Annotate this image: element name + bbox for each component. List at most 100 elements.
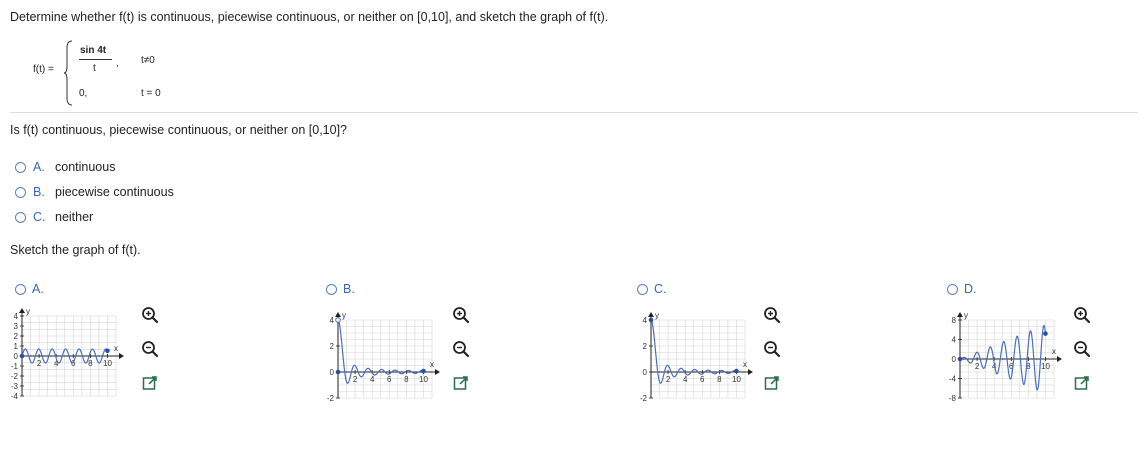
x-tick-label: 4 [683, 375, 688, 384]
graph-radio-a[interactable] [15, 284, 26, 295]
y-tick-label: 8 [952, 316, 957, 325]
y-tick-label: -4 [11, 392, 19, 401]
y-tick-label: 4 [643, 316, 648, 325]
end-point [1043, 331, 1048, 336]
y-tick-label: 2 [643, 342, 648, 351]
question1-text: Is f(t) continuous, piecewise continuous… [10, 123, 347, 137]
x-tick-label: 10 [419, 375, 428, 384]
x-tick-label: 4 [370, 375, 375, 384]
x-axis-label: x [114, 344, 118, 353]
problem-prompt: Determine whether f(t) is continuous, pi… [10, 10, 609, 24]
closed-point [335, 369, 341, 375]
case1-comma: , [116, 58, 119, 69]
y-axis-label: y [655, 311, 659, 320]
y-tick-label: -2 [327, 394, 335, 403]
graph-option-letter-d: D. [964, 282, 977, 296]
x-tick-label: 10 [732, 375, 741, 384]
y-axis-arrow-icon [648, 312, 654, 317]
graph-option-letter-a: A. [32, 282, 44, 296]
y-tick-label: -8 [949, 394, 957, 403]
divider [10, 112, 1138, 113]
graph-radio-b[interactable] [326, 284, 337, 295]
end-point [734, 368, 739, 374]
y-tick-label: 4 [952, 336, 957, 345]
x-axis-arrow-icon [748, 369, 753, 375]
y-tick-label: 4 [330, 316, 335, 325]
y-tick-label: -4 [949, 375, 957, 384]
x-tick-label: 2 [353, 375, 358, 384]
x-tick-label: 10 [1041, 362, 1050, 371]
y-axis-arrow-icon [335, 312, 341, 317]
y-tick-label: 3 [14, 322, 19, 331]
y-tick-label: 2 [330, 342, 335, 351]
option-c-label: neither [55, 210, 94, 224]
start-point [19, 353, 25, 359]
zoom-in-icon[interactable] [762, 305, 782, 325]
graph-d[interactable]: yx840-4-82 4 6 8 10 [946, 310, 1080, 408]
end-point [421, 368, 426, 374]
radio-a[interactable] [15, 162, 26, 173]
y-tick-label: -1 [11, 362, 19, 371]
open-point [335, 317, 341, 323]
y-axis-label: y [342, 311, 346, 320]
open-window-icon[interactable] [1072, 373, 1092, 393]
y-tick-label: 0 [952, 355, 957, 364]
radio-b[interactable] [15, 187, 26, 198]
function-lhs: f(t) = [33, 64, 54, 75]
option-a-label: continuous [55, 160, 116, 174]
zoom-out-icon[interactable] [451, 339, 471, 359]
zoom-out-icon[interactable] [140, 339, 160, 359]
x-tick-label: 10 [103, 359, 112, 368]
grid [650, 319, 746, 399]
open-window-icon[interactable] [451, 373, 471, 393]
x-tick-label: 6 [387, 375, 392, 384]
graph-c[interactable]: y x 4 2 0 -2 2 4 6 8 10 [637, 310, 771, 408]
y-tick-label: -2 [11, 372, 19, 381]
x-tick-label: 6 [71, 359, 76, 368]
zoom-out-icon[interactable] [762, 339, 782, 359]
graph-b[interactable]: y x 4 2 0 -2 2 4 6 8 10 [324, 310, 458, 408]
open-window-icon[interactable] [762, 373, 782, 393]
x-tick-label: 2 [666, 375, 671, 384]
option-b-label: piecewise continuous [55, 185, 174, 199]
case2-value: 0, [79, 88, 88, 99]
case2-condition: t = 0 [141, 88, 161, 99]
graph-option-letter-c: C. [654, 282, 667, 296]
x-axis-label: x [430, 360, 434, 369]
option-a-letter: A. [33, 160, 45, 174]
x-tick-label: 2 [37, 359, 42, 368]
graph-a[interactable]: yx43210-1-2-3-42 4 6 8 10 [8, 306, 142, 406]
option-c-letter: C. [33, 210, 46, 224]
x-tick-label: 6 [700, 375, 705, 384]
graph-radio-c[interactable] [637, 284, 648, 295]
y-tick-label: 4 [14, 312, 19, 321]
zoom-in-icon[interactable] [140, 305, 160, 325]
open-window-icon[interactable] [140, 373, 160, 393]
y-axis-arrow-icon [19, 308, 25, 313]
x-axis-label: x [743, 360, 747, 369]
fraction-numerator: sin 4t [80, 45, 107, 56]
x-tick-label: 8 [88, 359, 93, 368]
y-tick-label: 0 [643, 368, 648, 377]
y-tick-label: 0 [14, 352, 19, 361]
x-tick-label: 2 [975, 362, 980, 371]
start-point [957, 356, 963, 362]
x-axis-arrow-icon [119, 353, 124, 359]
y-tick-label: 1 [14, 342, 19, 351]
question2-text: Sketch the graph of f(t). [10, 243, 141, 257]
zoom-out-icon[interactable] [1072, 339, 1092, 359]
x-axis-arrow-icon [1057, 356, 1062, 362]
zoom-in-icon[interactable] [451, 305, 471, 325]
start-point [648, 317, 654, 323]
x-tick-label: 8 [404, 375, 409, 384]
zoom-in-icon[interactable] [1072, 305, 1092, 325]
graph-option-letter-b: B. [343, 282, 355, 296]
fraction-bar [79, 59, 112, 60]
x-axis-arrow-icon [435, 369, 440, 375]
option-b-letter: B. [33, 185, 45, 199]
radio-c[interactable] [15, 212, 26, 223]
case1-condition: t≠0 [141, 55, 155, 66]
grid [337, 319, 433, 399]
y-axis-label: y [964, 311, 968, 320]
graph-radio-d[interactable] [947, 284, 958, 295]
